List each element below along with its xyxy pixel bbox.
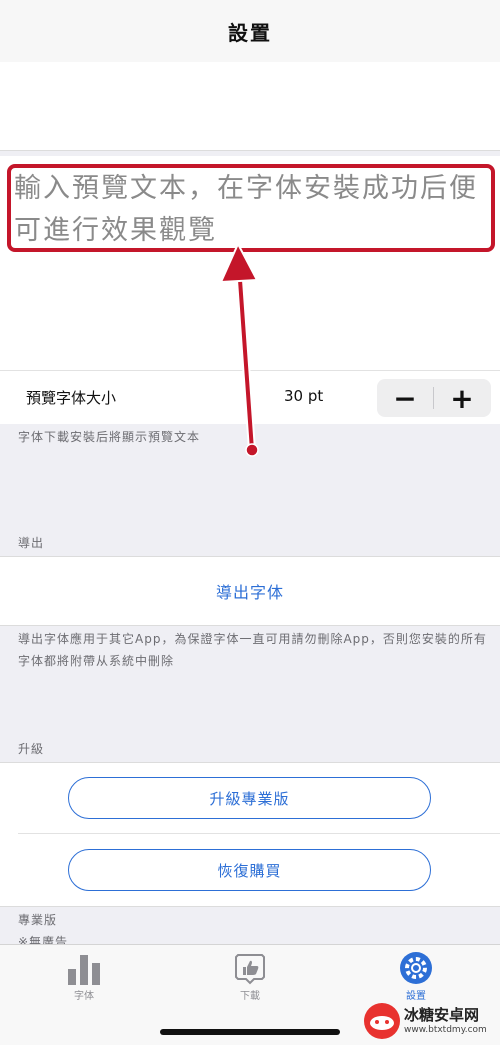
tab-download[interactable]: 下載 (200, 951, 300, 1007)
page-title: 設置 (228, 20, 272, 45)
font-size-value: 30 pt (284, 387, 324, 405)
decrease-button[interactable]: − (377, 379, 433, 417)
upgrade-pro-button[interactable]: 升級專業版 (68, 777, 431, 819)
increase-button[interactable]: + (434, 379, 490, 417)
watermark-url: www.btxtdmy.com (404, 1025, 487, 1035)
thumbs-up-icon (235, 954, 265, 985)
watermark: 冰糖安卓网 www.btxtdmy.com (364, 1000, 500, 1042)
export-section-header: 導出 (18, 536, 45, 550)
tab-fonts-label: 字体 (74, 991, 94, 1002)
export-font-row[interactable]: 導出字体 (0, 556, 500, 626)
upgrade-section: 升級專業版 恢復購買 (0, 762, 500, 906)
upgrade-section-header: 升級 (18, 742, 45, 756)
preview-note-section: 字体下載安裝后將顯示預覽文本 導出 (0, 424, 500, 556)
navigation-bar: 設置 (0, 0, 500, 62)
tab-download-label: 下載 (240, 991, 260, 1002)
gear-icon (400, 952, 432, 984)
restore-purchase-button[interactable]: 恢復購買 (68, 849, 431, 891)
home-indicator (160, 1029, 340, 1035)
preview-font-size-row: 預覽字体大小 30 pt − + (0, 370, 500, 424)
highlight-box (7, 164, 495, 252)
row-divider (18, 833, 500, 834)
watermark-title: 冰糖安卓网 (404, 1006, 480, 1024)
export-note-section: 導出字体應用于其它App，為保證字体一直可用請勿刪除App，否則您安裝的所有字体… (0, 626, 500, 762)
pro-section: 專業版 ※無廣告 (0, 906, 500, 949)
font-size-label: 預覽字体大小 (26, 389, 117, 407)
bar-chart-icon (68, 955, 100, 985)
export-font-button[interactable]: 導出字体 (216, 579, 284, 603)
pro-section-header: 專業版 (18, 913, 58, 927)
export-note: 導出字体應用于其它App，為保證字体一直可用請勿刪除App，否則您安裝的所有字体… (18, 632, 487, 668)
watermark-logo-icon (364, 1003, 400, 1039)
font-size-stepper[interactable]: − + (377, 379, 491, 417)
tab-settings[interactable]: 設置 (366, 951, 466, 1007)
preview-note: 字体下載安裝后將顯示預覽文本 (18, 430, 201, 444)
top-blank-area (0, 62, 500, 150)
tab-fonts[interactable]: 字体 (34, 951, 134, 1007)
